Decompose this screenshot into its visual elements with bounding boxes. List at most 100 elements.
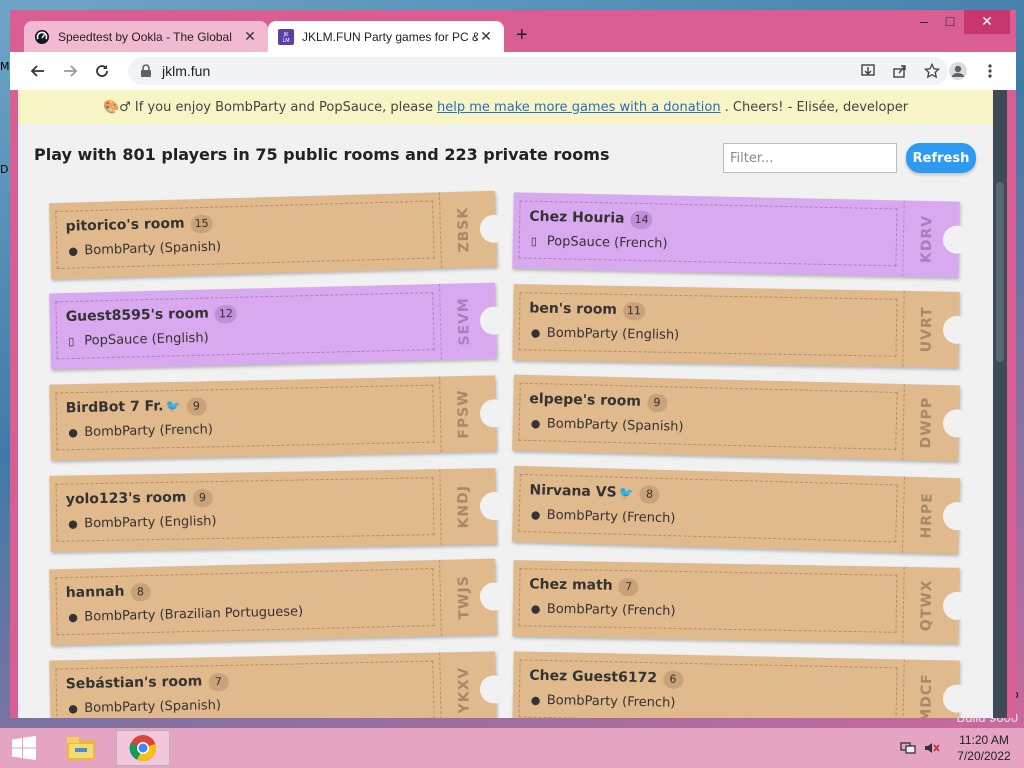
address-bar[interactable]: jklm.fun: [128, 57, 948, 85]
ticket-stub-divider: [902, 384, 905, 461]
windows-start-icon[interactable]: [8, 734, 40, 762]
tab-title: Speedtest by Ookla - The Global: [58, 29, 232, 44]
network-icon[interactable]: [896, 741, 920, 755]
scrollbar-thumb[interactable]: [996, 182, 1004, 362]
ticket-stub-divider: [901, 476, 905, 553]
room-card[interactable]: ben's room 11 ● BombParty (English) UVRT: [512, 284, 972, 368]
svg-text:LM: LM: [282, 38, 289, 44]
room-card[interactable]: Chez Guest6172 6 ● BombParty (French) MDCF: [512, 651, 972, 718]
chrome-icon[interactable]: [116, 730, 170, 766]
player-count-badge: 7: [208, 672, 229, 692]
profile-avatar-icon[interactable]: [942, 61, 974, 81]
file-explorer-icon[interactable]: [54, 730, 108, 766]
forward-arrow-icon[interactable]: [58, 59, 82, 83]
room-code-text: FPSW: [455, 389, 473, 439]
game-label: BombParty (French): [546, 693, 676, 711]
room-code-text: TWJS: [455, 574, 473, 620]
room-title: yolo123's room: [65, 489, 187, 508]
room-card[interactable]: yolo123's room 9 ● BombParty (English) KNDJ: [49, 468, 509, 552]
room-code-text: YKXV: [455, 666, 473, 714]
room-name: ben's room 11: [529, 300, 646, 321]
room-title: BirdBot 7 Fr.: [65, 398, 164, 417]
player-count-badge: 12: [214, 304, 238, 324]
room-name: Chez math 7: [529, 576, 639, 597]
room-code: TWJS: [445, 559, 483, 636]
bird-bot-icon: 🐦: [618, 485, 634, 501]
share-icon[interactable]: [884, 63, 916, 79]
volume-muted-icon[interactable]: [920, 741, 944, 755]
room-title: ben's room: [529, 300, 618, 318]
room-name: hannah 8: [66, 582, 151, 603]
back-arrow-icon[interactable]: [26, 59, 50, 83]
ticket-stub-divider: [902, 566, 905, 643]
room-code: YKXV: [445, 652, 483, 718]
game-label: PopSauce (French): [546, 234, 668, 252]
tab-speedtest[interactable]: Speedtest by Ookla - The Global ✕: [24, 21, 268, 52]
lock-icon[interactable]: [140, 64, 152, 78]
banner-text: 🎨♂ If you enjoy BombParty and PopSauce, …: [102, 99, 434, 115]
room-card[interactable]: BirdBot 7 Fr. 🐦 9 ● BombParty (French) FPSW: [49, 375, 509, 461]
ticket-notch: [479, 675, 509, 704]
refresh-button[interactable]: Refresh: [906, 143, 976, 173]
room-card[interactable]: elpepe's room 9 ● BombParty (Spanish) DWPP: [512, 374, 972, 462]
room-card[interactable]: Sebástian's room 7 ● BombParty (Spanish) YKX…: [49, 651, 509, 718]
room-name: Nirvana VS 🐦 8: [529, 482, 660, 504]
close-window-button[interactable]: ✕: [964, 10, 1010, 34]
room-card[interactable]: Chez Houria 14 ▯ PopSauce (French) KDRV: [512, 192, 972, 278]
donation-link[interactable]: help me make more games with a donation: [437, 100, 721, 115]
ticket-border: [55, 477, 435, 542]
room-card[interactable]: pitorico's room 15 ● BombParty (Spanish) ZBS…: [49, 190, 509, 280]
maximize-button[interactable]: □: [934, 10, 966, 34]
room-game: ▯ PopSauce (French): [531, 234, 668, 252]
page-scrollbar[interactable]: [993, 90, 1007, 718]
ticket-notch: [942, 315, 972, 345]
tab-close-icon[interactable]: ✕: [242, 28, 258, 45]
banner-text-suffix: . Cheers! - Elisée, developer: [724, 99, 909, 115]
room-game: ● BombParty (French): [531, 693, 676, 711]
taskbar-clock[interactable]: 11:20 AM 7/20/2022: [944, 732, 1024, 764]
bomb-icon: ●: [68, 517, 78, 531]
room-title: elpepe's room: [529, 390, 642, 410]
new-tab-button[interactable]: +: [516, 24, 528, 47]
room-code-text: DWPP: [918, 396, 936, 449]
reload-icon[interactable]: [90, 59, 114, 83]
room-name: Chez Houria 14: [529, 209, 653, 230]
room-card[interactable]: Nirvana VS 🐦 8 ● BombParty (French) HRPE: [512, 465, 972, 555]
player-count-badge: 6: [662, 670, 684, 689]
room-code: FPSW: [445, 376, 483, 453]
room-code: ZBSK: [445, 191, 483, 268]
room-game: ● BombParty (English): [68, 514, 217, 532]
room-title: Chez Houria: [529, 208, 625, 227]
room-name: Sebástian's room 7: [65, 672, 229, 694]
room-code-text: UVRT: [918, 306, 936, 353]
bomb-icon: ●: [68, 244, 79, 258]
tab-jklm[interactable]: JK LM JKLM.FUN Party games for PC & ✕: [268, 21, 504, 52]
ticket-border: [55, 384, 435, 451]
bomb-icon: ●: [68, 426, 79, 440]
room-game: ● BombParty (French): [531, 601, 676, 619]
room-card[interactable]: hannah 8 ● BombParty (Brazilian Portuguese)…: [49, 558, 509, 646]
room-card[interactable]: Guest8595's room 12 ▯ PopSauce (English) SEV…: [49, 282, 509, 370]
room-title: Nirvana VS: [529, 482, 617, 501]
bomb-icon: ●: [530, 693, 541, 707]
page-viewport: 🎨♂ If you enjoy BombParty and PopSauce, …: [18, 90, 993, 718]
tab-close-icon[interactable]: ✕: [478, 28, 494, 45]
room-code: DWPP: [908, 384, 946, 461]
room-name: yolo123's room 9: [66, 489, 213, 510]
lobby-headline: Play with 801 players in 75 public rooms…: [34, 145, 610, 164]
install-icon[interactable]: [852, 63, 884, 79]
room-title: Sebástian's room: [65, 673, 203, 693]
room-code: HRPE: [908, 477, 946, 554]
room-title: Chez Guest6172: [529, 667, 658, 687]
player-count-badge: 9: [646, 393, 668, 413]
filter-input[interactable]: [723, 143, 897, 173]
ticket-stub-divider: [439, 283, 442, 360]
player-count-badge: 8: [130, 582, 151, 602]
ticket-stub-divider: [439, 376, 442, 453]
room-card[interactable]: Chez math 7 ● BombParty (French) QTWX: [512, 560, 972, 644]
menu-kebab-icon[interactable]: [974, 63, 1006, 79]
ticket-stub-divider: [439, 652, 442, 718]
room-game: ● BombParty (French): [68, 422, 213, 440]
room-code-text: MDCF: [918, 673, 936, 718]
bomb-icon: ●: [68, 610, 79, 625]
